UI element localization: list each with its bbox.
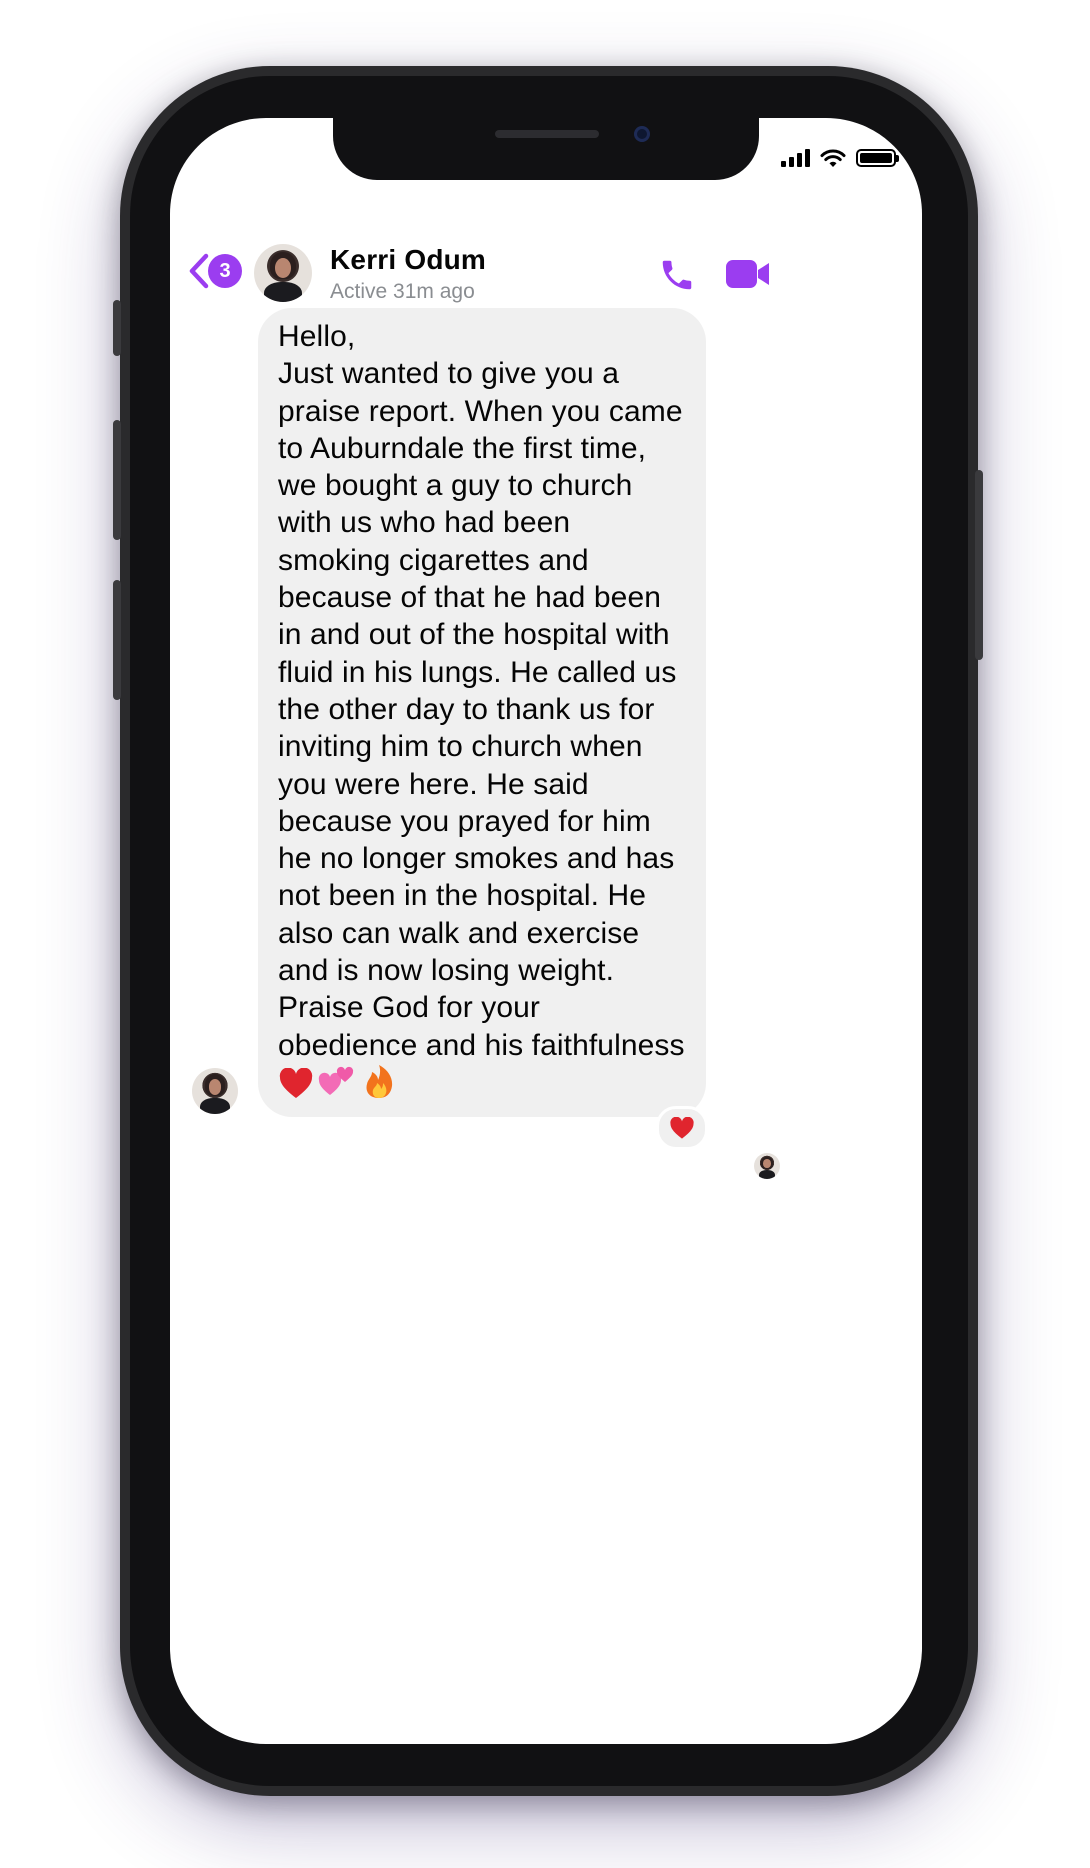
phone-icon[interactable] [658, 256, 696, 294]
side-button-power [975, 470, 983, 660]
signal-icon [781, 149, 810, 167]
unread-count-badge: 3 [208, 254, 242, 288]
message-reaction[interactable] [656, 1106, 708, 1150]
status-bar [781, 148, 899, 168]
message-bubble[interactable]: Hello, Just wanted to give you a praise … [258, 308, 706, 1118]
battery-icon [856, 149, 899, 167]
phone-screen: 3 Kerri Odum Active 31m ago Hello, Just … [170, 118, 922, 1744]
message-text: Hello, Just wanted to give you a praise … [278, 320, 685, 1062]
two-hearts-emoji-icon [318, 1066, 354, 1095]
front-camera [634, 126, 650, 142]
red-heart-reaction-icon [670, 1116, 694, 1139]
side-button-silent [113, 300, 121, 356]
contact-name[interactable]: Kerri Odum [330, 244, 486, 276]
message-emojis [278, 1064, 396, 1101]
back-button[interactable]: 3 [186, 252, 242, 290]
side-button-volume-up [113, 420, 121, 540]
speaker-grille [495, 130, 599, 138]
fire-emoji-icon [366, 1064, 393, 1098]
side-button-volume-down [113, 580, 121, 700]
red-heart-emoji-icon [279, 1067, 313, 1098]
sender-avatar[interactable] [192, 1068, 238, 1114]
wifi-icon [820, 149, 846, 167]
mockup-stage: 3 Kerri Odum Active 31m ago Hello, Just … [0, 0, 1090, 1868]
contact-active-status: Active 31m ago [330, 280, 475, 303]
conversation-header: 3 Kerri Odum Active 31m ago [170, 230, 922, 318]
video-camera-icon[interactable] [725, 258, 771, 290]
contact-avatar[interactable] [254, 244, 312, 302]
read-receipt-avatar [754, 1153, 780, 1179]
notch [333, 118, 759, 180]
